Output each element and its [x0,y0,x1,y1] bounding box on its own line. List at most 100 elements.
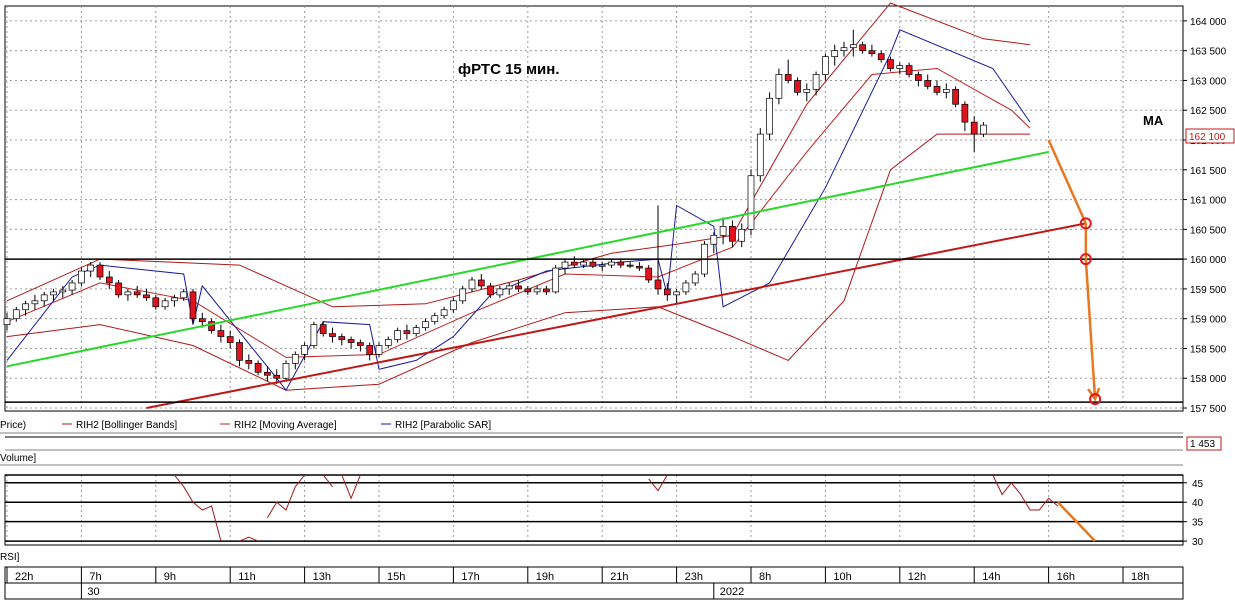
candle-body [394,330,401,340]
candle-body [161,300,169,308]
candle-body [980,124,987,135]
candle-body [663,288,671,296]
rsi-y-tick-label: 35 [1192,518,1204,529]
candle-body [812,74,820,90]
time-hour-label: 18h [1131,571,1149,583]
time-hour-label: 16h [1057,571,1075,583]
legend-parabolic-sar: RIH2 [Parabolic SAR] [395,420,491,431]
candle-body [245,360,253,364]
candle-body [505,285,513,290]
candle-body [896,65,904,69]
time-hour-label: 22h [15,571,33,583]
candle-body [450,300,457,311]
candle-body [375,345,383,355]
candle-body [970,121,978,135]
time-hour-label: 11h [238,571,256,583]
candle-body [533,288,541,293]
candle-body [784,74,792,81]
candle-body [598,264,606,267]
time-hour-label: 8h [759,571,771,583]
candle-body [12,309,20,320]
candle-body [496,288,504,296]
candle-body [403,330,411,334]
candle-body [273,374,281,379]
candle-body [719,226,727,236]
rsi-y-tick-label: 45 [1192,479,1204,490]
legend-moving-average: RIH2 [Moving Average] [234,420,337,431]
candle-body [477,279,485,287]
candle-body [40,294,48,302]
candle-body [124,291,132,296]
candle-body [887,59,894,69]
time-hour-label: 12h [908,571,926,583]
time-hour-label: 21h [610,571,628,583]
rsi-y-tick-label: 40 [1192,498,1204,509]
ma-annotation: MA [1143,113,1164,128]
candle-body [822,56,829,75]
price-y-tick-label: 161 000 [1190,196,1227,207]
price-y-tick-label: 163 000 [1190,76,1227,87]
price-plot-area [4,5,1184,412]
candle-body [729,226,736,242]
candle-body [691,273,699,284]
candle-body [338,336,346,340]
candle-body [524,288,532,293]
candle-body [217,330,225,337]
price-y-tick-label: 160 500 [1190,225,1227,236]
candle-body [942,89,950,93]
volume-value: 1 453 [1190,439,1215,450]
time-hour-label: 17h [461,571,479,583]
candle-body [636,265,643,269]
last-price-box: 162 100 [1185,128,1235,144]
candle-body [459,288,467,302]
candle-body [254,363,262,373]
candle-body [803,89,811,93]
legend-price: Price) [0,420,26,431]
candle-body [171,297,178,302]
candle-body [236,342,243,361]
price-y-tick-label: 160 000 [1190,255,1227,266]
candle-body [31,300,39,305]
time-axis: 22h 7h 9h 11h 13h 15h 17h 19h 21h 23h 8h 10h 12h 14h 1… [4,566,1184,600]
candle-body [961,103,969,123]
trading-chart: 157 500 158 000 158 500 159 000 159 500 160 0… [0,2,1235,600]
price-y-tick-label: 158 000 [1190,374,1227,385]
candle-body [859,44,866,52]
candle-body [543,288,550,293]
time-hour-label: 14h [982,571,1000,583]
candle-body [645,267,653,281]
candle-body [143,294,150,299]
candle-body [738,228,746,242]
candle-body [310,324,318,346]
candle-body [198,318,206,323]
legend-bar: Price) RIH2 [Bollinger Bands] RIH2 [Movi… [0,420,1183,434]
candle-body [412,327,420,334]
candle-body [654,279,662,290]
candle-body [626,264,634,267]
candle-body [301,345,308,355]
candle-body [952,89,959,105]
price-y-tick-label: 157 500 [1190,404,1227,415]
candle-body [115,282,122,296]
candle-body [468,279,476,290]
candle-body [68,282,76,291]
time-day-label: 2022 [720,586,744,598]
candle-body [440,309,448,317]
last-price-label: 162 100 [1189,132,1226,143]
candle-body [608,261,615,266]
candle-body [580,261,587,266]
candle-body [552,267,560,293]
candle-body [357,342,364,346]
candle-body [180,291,188,299]
candle-body [189,291,197,320]
price-y-tick-label: 163 500 [1190,47,1227,58]
price-y-tick-label: 158 500 [1190,344,1227,355]
candle-body [877,53,885,60]
candle-body [589,261,597,267]
candle-body [570,261,578,266]
price-y-axis: 157 500 158 000 158 500 159 000 159 500 160 0… [1183,17,1227,415]
volume-panel: Volume] 1 453 [0,436,1222,466]
legend-bollinger: RIH2 [Bollinger Bands] [76,420,177,431]
candle-body [849,44,857,49]
price-y-tick-label: 164 000 [1190,17,1227,28]
